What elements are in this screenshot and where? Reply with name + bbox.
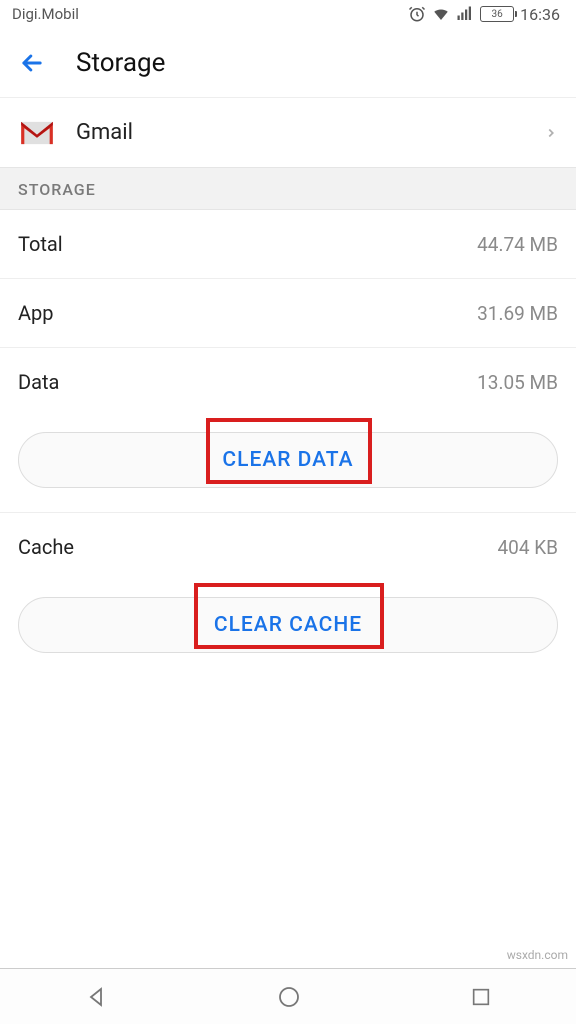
carrier-label: Digi.Mobil xyxy=(12,5,79,23)
app-header: Storage xyxy=(0,28,576,98)
app-name-label: Gmail xyxy=(76,120,524,145)
storage-section-header: STORAGE xyxy=(0,168,576,210)
alarm-icon xyxy=(408,5,426,23)
nav-recent-icon[interactable] xyxy=(470,986,492,1008)
cache-value: 404 KB xyxy=(497,536,558,559)
clear-cache-wrap: CLEAR CACHE xyxy=(0,581,576,677)
total-row: Total 44.74 MB xyxy=(0,210,576,279)
battery-icon: 36 xyxy=(480,6,514,22)
total-value: 44.74 MB xyxy=(477,233,558,256)
nav-back-icon[interactable] xyxy=(84,985,108,1009)
page-title: Storage xyxy=(76,48,165,78)
clear-cache-button[interactable]: CLEAR CACHE xyxy=(18,597,558,653)
status-bar: Digi.Mobil 36 16:36 xyxy=(0,0,576,28)
clock-label: 16:36 xyxy=(520,5,560,24)
chevron-right-icon xyxy=(544,122,558,144)
clear-data-wrap: CLEAR DATA xyxy=(0,416,576,513)
wifi-icon xyxy=(432,5,450,23)
app-row[interactable]: Gmail xyxy=(0,98,576,168)
nav-bar xyxy=(0,968,576,1024)
nav-home-icon[interactable] xyxy=(277,985,301,1009)
total-label: Total xyxy=(18,232,63,256)
back-arrow-icon[interactable] xyxy=(18,49,46,77)
cache-row: Cache 404 KB xyxy=(0,513,576,581)
app-size-label: App xyxy=(18,301,54,325)
clear-cache-label: CLEAR CACHE xyxy=(214,613,362,637)
cache-label: Cache xyxy=(18,535,74,559)
app-size-value: 31.69 MB xyxy=(477,302,558,325)
data-label: Data xyxy=(18,370,59,394)
gmail-icon xyxy=(18,118,56,148)
clear-data-label: CLEAR DATA xyxy=(222,448,353,472)
signal-icon xyxy=(456,5,474,23)
app-size-row: App 31.69 MB xyxy=(0,279,576,348)
data-value: 13.05 MB xyxy=(477,371,558,394)
clear-data-button[interactable]: CLEAR DATA xyxy=(18,432,558,488)
status-right: 36 16:36 xyxy=(408,5,560,24)
battery-pct: 36 xyxy=(492,9,503,20)
watermark: wsxdn.com xyxy=(507,948,568,962)
data-row: Data 13.05 MB xyxy=(0,348,576,416)
